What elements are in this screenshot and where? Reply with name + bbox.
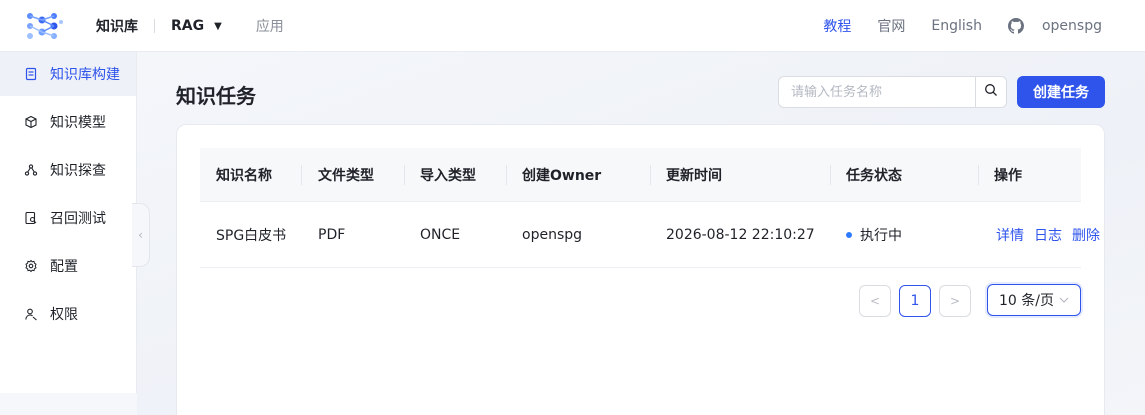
search-icon — [984, 83, 998, 101]
right-nav: 教程 官网 English openspg — [823, 0, 1145, 52]
chevron-right-icon: > — [949, 294, 961, 308]
sidebar-item-label: 召回测试 — [50, 211, 106, 227]
sidebar-item-label: 知识模型 — [50, 115, 106, 131]
cell-file-type: PDF — [318, 227, 346, 243]
table-row: SPG白皮书 PDF ONCE openspg 2026-08-12 22:10… — [200, 202, 1100, 268]
nav-tutorial[interactable]: 教程 — [823, 16, 851, 36]
column-header: 创建Owner — [522, 168, 602, 184]
sidebar-item-recall-test[interactable]: 召回测试 — [0, 196, 136, 240]
nav-knowledge-base[interactable]: 知识库 — [96, 16, 138, 36]
sidebar-item-permission[interactable]: 权限 — [0, 292, 136, 336]
table-header: 知识名称 文件类型 导入类型 创建Owner 更新时间 任务状态 操作 — [200, 148, 1081, 202]
user-key-icon — [24, 307, 38, 321]
create-task-button[interactable]: 创建任务 — [1017, 76, 1105, 108]
column-header: 任务状态 — [846, 168, 902, 184]
cell-status: 执行中 — [846, 202, 902, 268]
chevron-left-icon: < — [869, 294, 881, 308]
nav-user[interactable]: openspg — [1042, 18, 1102, 34]
nav-language[interactable]: English — [931, 18, 982, 34]
column-divider — [978, 165, 979, 185]
column-header: 文件类型 — [318, 168, 374, 184]
column-header: 更新时间 — [666, 168, 722, 184]
main-nav: 知识库 RAG ▼ 应用 — [96, 0, 284, 52]
sidebar-item-config[interactable]: 配置 — [0, 244, 136, 288]
page-title: 知识任务 — [176, 84, 256, 108]
nav-official-site[interactable]: 官网 — [877, 16, 905, 36]
nav-rag-dropdown[interactable]: RAG ▼ — [171, 18, 222, 34]
search-doc-icon — [24, 211, 38, 225]
page-size-value: 10 条/页 — [999, 293, 1054, 309]
sidebar-item-label: 配置 — [50, 259, 78, 275]
task-search — [778, 76, 1007, 108]
cell-actions: 详情 日志 删除 — [996, 202, 1100, 268]
pagination-page-1[interactable]: 1 — [899, 285, 931, 317]
sidebar: 知识库构建 知识模型 知识探查 召回测试 配置 权限 — [0, 52, 137, 415]
column-header: 操作 — [994, 168, 1022, 184]
detail-link[interactable]: 详情 — [996, 225, 1024, 245]
column-divider — [301, 165, 302, 185]
nav-rag-label: RAG — [171, 18, 205, 34]
status-text: 执行中 — [860, 228, 902, 244]
cube-icon — [24, 115, 38, 129]
column-divider — [650, 165, 651, 185]
sidebar-footer — [0, 393, 137, 415]
column-divider — [404, 165, 405, 185]
status-dot — [846, 232, 852, 238]
column-divider — [830, 165, 831, 185]
document-icon — [24, 67, 38, 81]
openspg-logo[interactable] — [24, 10, 64, 42]
cell-import-type: ONCE — [420, 227, 461, 243]
graph-nodes-icon — [24, 163, 38, 177]
chevron-down-icon — [1058, 294, 1070, 306]
top-header: 知识库 RAG ▼ 应用 教程 官网 English openspg — [0, 0, 1145, 52]
sidebar-item-kb-explore[interactable]: 知识探查 — [0, 148, 136, 192]
delete-link[interactable]: 删除 — [1072, 225, 1100, 245]
column-header: 知识名称 — [216, 168, 272, 184]
page-size-select[interactable]: 10 条/页 — [987, 284, 1081, 316]
column-header: 导入类型 — [420, 168, 476, 184]
pagination-prev-button[interactable]: < — [859, 285, 891, 317]
sidebar-item-label: 知识库构建 — [50, 67, 120, 83]
sidebar-item-kb-model[interactable]: 知识模型 — [0, 100, 136, 144]
github-icon[interactable] — [1007, 18, 1024, 34]
cell-updated: 2026-08-12 22:10:27 — [666, 227, 815, 243]
sidebar-item-kb-build[interactable]: 知识库构建 — [0, 52, 136, 96]
sidebar-item-label: 权限 — [50, 307, 78, 323]
chevron-left-icon: ‹ — [138, 228, 143, 242]
task-search-input[interactable] — [779, 77, 975, 107]
nav-app[interactable]: 应用 — [256, 16, 284, 36]
log-link[interactable]: 日志 — [1034, 225, 1062, 245]
sidebar-item-label: 知识探查 — [50, 163, 106, 179]
sidebar-collapse-handle[interactable]: ‹ — [132, 203, 150, 267]
gear-icon — [24, 259, 38, 273]
pagination-next-button[interactable]: > — [939, 285, 971, 317]
nav-divider — [154, 19, 155, 33]
column-divider — [506, 165, 507, 185]
search-button[interactable] — [975, 77, 1006, 107]
cell-owner: openspg — [522, 227, 583, 243]
caret-down-icon: ▼ — [214, 20, 222, 32]
cell-name: SPG白皮书 — [216, 228, 287, 244]
